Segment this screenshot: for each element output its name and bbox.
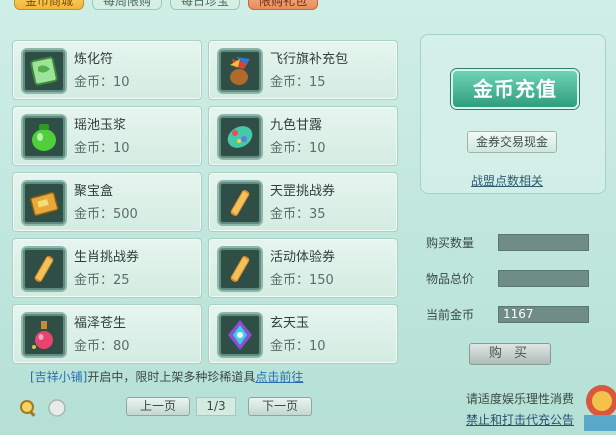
notice-text: 开启中，限时上架多种珍稀道具 xyxy=(87,370,256,384)
item-name: 天罡挑战券 xyxy=(270,184,336,199)
current-gold-field: 1167 xyxy=(498,306,589,323)
next-page-button[interactable]: 下一页 xyxy=(248,397,312,416)
item-name: 聚宝盒 xyxy=(74,184,114,199)
shop-item[interactable]: 瑶池玉浆 金币：10 xyxy=(12,106,202,166)
item-price: 金币：150 xyxy=(270,273,334,288)
alliance-points-link[interactable]: 战盟点数相关 xyxy=(471,172,543,189)
shop-item[interactable]: 飞行旗补充包 金币：15 xyxy=(208,40,398,100)
page-indicator: 1/3 xyxy=(196,397,236,416)
tab-weekly-limited[interactable]: 每周限购 xyxy=(92,0,163,10)
item-price: 金币：500 xyxy=(74,207,138,222)
item-price: 金币：15 xyxy=(270,75,326,90)
flag-pack-icon xyxy=(217,48,263,94)
magnifier-icon[interactable] xyxy=(18,398,38,422)
item-price: 金币：35 xyxy=(270,207,326,222)
item-price: 金币：80 xyxy=(74,339,130,354)
total-price-label: 物品总价 xyxy=(426,272,475,286)
tab-gold-shop[interactable]: 金币商城 xyxy=(14,0,85,10)
total-price-field xyxy=(498,270,589,287)
scroll-icon xyxy=(217,246,263,292)
shop-item[interactable]: 聚宝盒 金币：500 xyxy=(12,172,202,232)
anti-proxy-notice-link[interactable]: 禁止和打击代充公告 xyxy=(466,411,574,428)
item-name: 玄天玉 xyxy=(270,316,310,331)
notice-go-link[interactable]: 点击前往 xyxy=(255,370,303,384)
talisman-icon xyxy=(21,48,67,94)
item-name: 九色甘露 xyxy=(270,118,323,133)
jade-jar-icon xyxy=(21,114,67,160)
current-gold-label: 当前金币 xyxy=(426,308,475,322)
prev-page-button[interactable]: 上一页 xyxy=(126,397,190,416)
item-price: 金币：10 xyxy=(74,141,130,156)
shop-item[interactable]: 炼化符 金币：10 xyxy=(12,40,202,100)
shop-item[interactable]: 玄天玉 金币：10 xyxy=(208,304,398,364)
item-name: 活动体验券 xyxy=(270,250,336,265)
shop-item[interactable]: 九色甘露 金币：10 xyxy=(208,106,398,166)
silver-coin-icon[interactable] xyxy=(47,398,67,422)
shop-notice: [吉祥小铺]开启中，限时上架多种珍稀道具点击前往 xyxy=(30,368,303,385)
dewdrop-icon xyxy=(217,114,263,160)
item-name: 瑶池玉浆 xyxy=(74,118,127,133)
shop-item[interactable]: 天罡挑战券 金币：35 xyxy=(208,172,398,232)
notice-tag: [吉祥小铺] xyxy=(30,370,88,384)
tab-daily-treasure[interactable]: 每日珍宝 xyxy=(170,0,241,10)
shop-item[interactable]: 福泽苍生 金币：80 xyxy=(12,304,202,364)
voucher-exchange-button[interactable]: 金券交易现金 xyxy=(467,131,557,153)
tab-limited-gift[interactable]: 限购礼包 xyxy=(248,0,319,10)
potion-icon xyxy=(21,312,67,358)
treasure-box-icon xyxy=(21,180,67,226)
jade-gem-icon xyxy=(217,312,263,358)
item-price: 金币：10 xyxy=(270,141,326,156)
corner-character-icon[interactable] xyxy=(578,371,616,435)
item-name: 生肖挑战券 xyxy=(74,250,140,265)
shop-tabs: 金币商城 每周限购 每日珍宝 限购礼包 xyxy=(14,0,319,10)
item-grid: 炼化符 金币：10 飞行旗补充包 金币：15 瑶池玉浆 金币：10 九色甘露 金… xyxy=(12,40,400,364)
item-name: 炼化符 xyxy=(74,52,114,67)
item-price: 金币：25 xyxy=(74,273,130,288)
recharge-panel: 金币充值 金券交易现金 战盟点数相关 xyxy=(420,34,606,194)
item-price: 金币：10 xyxy=(270,339,326,354)
quantity-label: 购买数量 xyxy=(426,236,475,250)
item-name: 飞行旗补充包 xyxy=(270,52,349,67)
buy-button[interactable]: 购 买 xyxy=(469,343,551,365)
quantity-input[interactable] xyxy=(498,234,589,251)
scroll-icon xyxy=(217,180,263,226)
moderation-notice: 请适度娱乐理性消费 xyxy=(465,392,574,406)
item-price: 金币：10 xyxy=(74,75,130,90)
gold-recharge-button[interactable]: 金币充值 xyxy=(451,69,579,109)
shop-item[interactable]: 生肖挑战券 金币：25 xyxy=(12,238,202,298)
item-name: 福泽苍生 xyxy=(74,316,127,331)
shop-item[interactable]: 活动体验券 金币：150 xyxy=(208,238,398,298)
scroll-icon xyxy=(21,246,67,292)
